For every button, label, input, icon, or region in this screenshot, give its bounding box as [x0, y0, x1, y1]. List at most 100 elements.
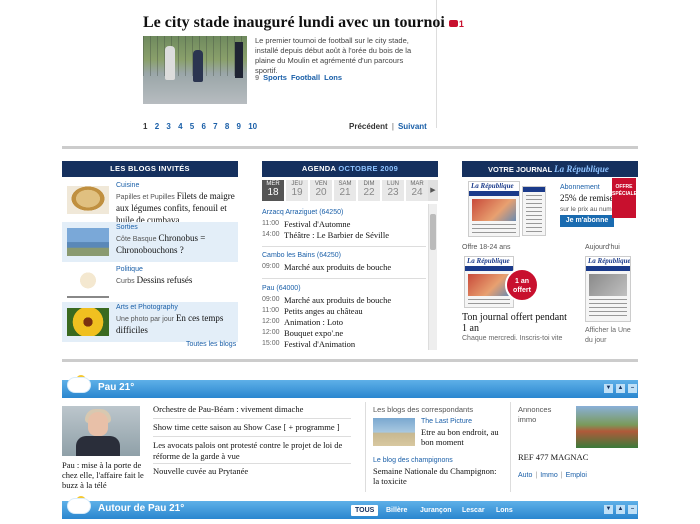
comment-count[interactable]: 1 — [459, 19, 464, 29]
page-link[interactable]: 6 — [201, 122, 205, 131]
correspondent-blog-name[interactable]: The Last Picture — [421, 418, 472, 425]
day-tab[interactable]: LUN 23 — [382, 180, 404, 201]
page-link[interactable]: 3 — [166, 122, 170, 131]
page: Le city stade inauguré lundi avec un tou… — [0, 0, 700, 524]
blog-thumbnail[interactable] — [373, 418, 415, 446]
pau-news-item[interactable]: Nouvelle cuvée au Prytanée — [153, 466, 353, 477]
tag-football[interactable]: Football — [291, 73, 320, 82]
section-divider — [62, 359, 638, 362]
day-tab[interactable]: MAR 24 — [406, 180, 428, 201]
blog-item[interactable]: Sorties Côte Basque Chronobus = Chronobo… — [62, 222, 238, 262]
agenda-event[interactable]: 12:00 Animation : Loto — [262, 317, 426, 328]
agenda-event[interactable]: 14:00 Théâtre : Le Barbier de Séville — [262, 230, 426, 241]
page-link[interactable]: 4 — [178, 122, 182, 131]
next-link[interactable]: Suivant — [398, 122, 427, 131]
journal-header: VOTRE JOURNAL La République — [462, 161, 638, 177]
tab-lons[interactable]: Lons — [496, 505, 513, 516]
blog-text: Curbs Dessins refusés — [116, 275, 193, 285]
page-link[interactable]: 9 — [237, 122, 241, 131]
move-down-icon[interactable]: ▼ — [604, 505, 613, 514]
collapse-icon[interactable]: – — [628, 505, 637, 514]
agenda-place[interactable]: Pau (64000) — [262, 285, 301, 292]
column-divider — [365, 402, 366, 492]
agenda-event[interactable]: 12:00 Bouquet expo'.ne — [262, 328, 426, 339]
agenda-scrollbar[interactable] — [428, 204, 437, 350]
page-link[interactable]: 7 — [213, 122, 217, 131]
tab-billere[interactable]: Billère — [386, 505, 407, 516]
tag-lons[interactable]: Lons — [324, 73, 342, 82]
pau-news-item[interactable]: Show time cette saison au Show Case [ + … — [153, 422, 353, 433]
blog-category[interactable]: Cuisine — [116, 182, 139, 189]
promo-headline[interactable]: Ton journal offert pendant 1 an — [462, 312, 572, 334]
page-link[interactable]: 2 — [155, 122, 159, 131]
agenda-event[interactable]: 09:00 Marché aux produits de bouche — [262, 295, 426, 306]
agenda-divider — [262, 246, 426, 247]
tab-tous[interactable]: TOUS — [351, 505, 379, 516]
move-up-icon[interactable]: ▲ — [616, 384, 625, 393]
autour-title[interactable]: Autour de Pau 21° — [98, 503, 184, 514]
day-tab[interactable]: SAM 21 — [334, 180, 356, 201]
show-front-page-link[interactable]: Afficher la Une du jour — [585, 326, 639, 346]
pau-news-item[interactable]: Les avocats palois ont protesté contre l… — [153, 440, 353, 462]
day-tab[interactable]: DIM 22 — [358, 180, 380, 201]
blog-category[interactable]: Sorties — [116, 224, 138, 231]
blog-item[interactable]: Arts et Photography Une photo par jour E… — [62, 302, 238, 342]
article-summary: Le premier tournoi de football sur le ci… — [255, 36, 412, 75]
news-divider — [153, 418, 351, 419]
agenda-place[interactable]: Arzacq Arraziguet (64250) — [262, 209, 343, 216]
agenda-event[interactable]: 11:00 Festival d'Automne — [262, 219, 426, 230]
blog-category[interactable]: Arts et Photography — [116, 304, 178, 311]
correspondent-blog-name[interactable]: Le blog des champignons — [373, 457, 453, 464]
pau-photo[interactable] — [62, 406, 140, 456]
tag-sports[interactable]: Sports — [263, 73, 287, 82]
page-link[interactable]: 5 — [190, 122, 194, 131]
comment-icon — [448, 19, 458, 27]
immo-link[interactable]: Immo — [540, 472, 558, 479]
next-days-arrow-icon[interactable]: ▶ — [428, 180, 438, 201]
agenda-place[interactable]: Cambo les Bains (64250) — [262, 252, 341, 259]
subscription-label: Abonnement — [560, 184, 600, 191]
tab-jurancon[interactable]: Jurançon — [420, 505, 452, 516]
front-page-cover[interactable]: La République — [585, 256, 631, 322]
agenda-event[interactable]: 11:00 Petits anges au château — [262, 306, 426, 317]
section-divider — [62, 146, 638, 149]
page-link[interactable]: 10 — [248, 122, 257, 131]
blog-text: Côte Basque Chronobus = Chronobouchons ? — [116, 233, 206, 255]
article-photo[interactable] — [143, 36, 247, 104]
pau-photo-caption[interactable]: Pau : mise à la porte de chez elle, l'af… — [62, 460, 148, 490]
tab-lescar[interactable]: Lescar — [462, 505, 485, 516]
newspaper-cover[interactable]: La République — [468, 181, 520, 237]
pau-news-item[interactable]: Orchestre de Pau-Béarn : vivement dimach… — [153, 404, 353, 415]
day-tab[interactable]: MER 18 — [262, 180, 284, 201]
move-up-icon[interactable]: ▲ — [616, 505, 625, 514]
blog-item[interactable]: Cuisine Papilles et Pupilles Filets de m… — [62, 180, 238, 225]
emploi-link[interactable]: Emploi — [566, 472, 587, 479]
weather-cloud-icon — [68, 378, 90, 392]
blog-thumbnail — [67, 186, 109, 214]
article-title[interactable]: Le city stade inauguré lundi avec un tou… — [143, 14, 464, 32]
autour-header-bar: Autour de Pau 21° ▼ ▲ – — [62, 496, 638, 519]
all-blogs-link[interactable]: Toutes les blogs — [186, 341, 236, 348]
property-photo[interactable] — [576, 406, 638, 448]
agenda-event[interactable]: 15:00 Festival d'Animation — [262, 339, 426, 350]
correspondents-title: Les blogs des correspondants — [373, 405, 474, 414]
page-link[interactable]: 8 — [225, 122, 229, 131]
day-tab[interactable]: VEN 20 — [310, 180, 332, 201]
property-reference[interactable]: REF 477 MAGNAC — [518, 452, 588, 462]
correspondent-blog-headline[interactable]: Etre au bon endroit, au bon moment — [421, 427, 501, 447]
blog-item[interactable]: Politique Curbs Dessins refusés — [62, 264, 238, 304]
blog-thumbnail — [67, 228, 109, 256]
previous-link[interactable]: Précédent — [349, 122, 388, 131]
blog-category[interactable]: Politique — [116, 266, 143, 273]
agenda-header: AGENDA OCTOBRE 2009 — [262, 161, 438, 177]
agenda-event[interactable]: 09:00 Marché aux produits de bouche — [262, 262, 426, 273]
collapse-icon[interactable]: – — [628, 384, 637, 393]
blog-thumbnail — [67, 270, 109, 298]
agenda-divider — [262, 278, 426, 279]
pau-title[interactable]: Pau 21° — [98, 382, 134, 393]
subscribe-button[interactable]: Je m'abonne — [560, 215, 614, 227]
auto-link[interactable]: Auto — [518, 472, 532, 479]
correspondent-blog-headline[interactable]: Semaine Nationale du Champignon: la toxi… — [373, 466, 503, 486]
move-down-icon[interactable]: ▼ — [604, 384, 613, 393]
day-tab[interactable]: JEU 19 — [286, 180, 308, 201]
